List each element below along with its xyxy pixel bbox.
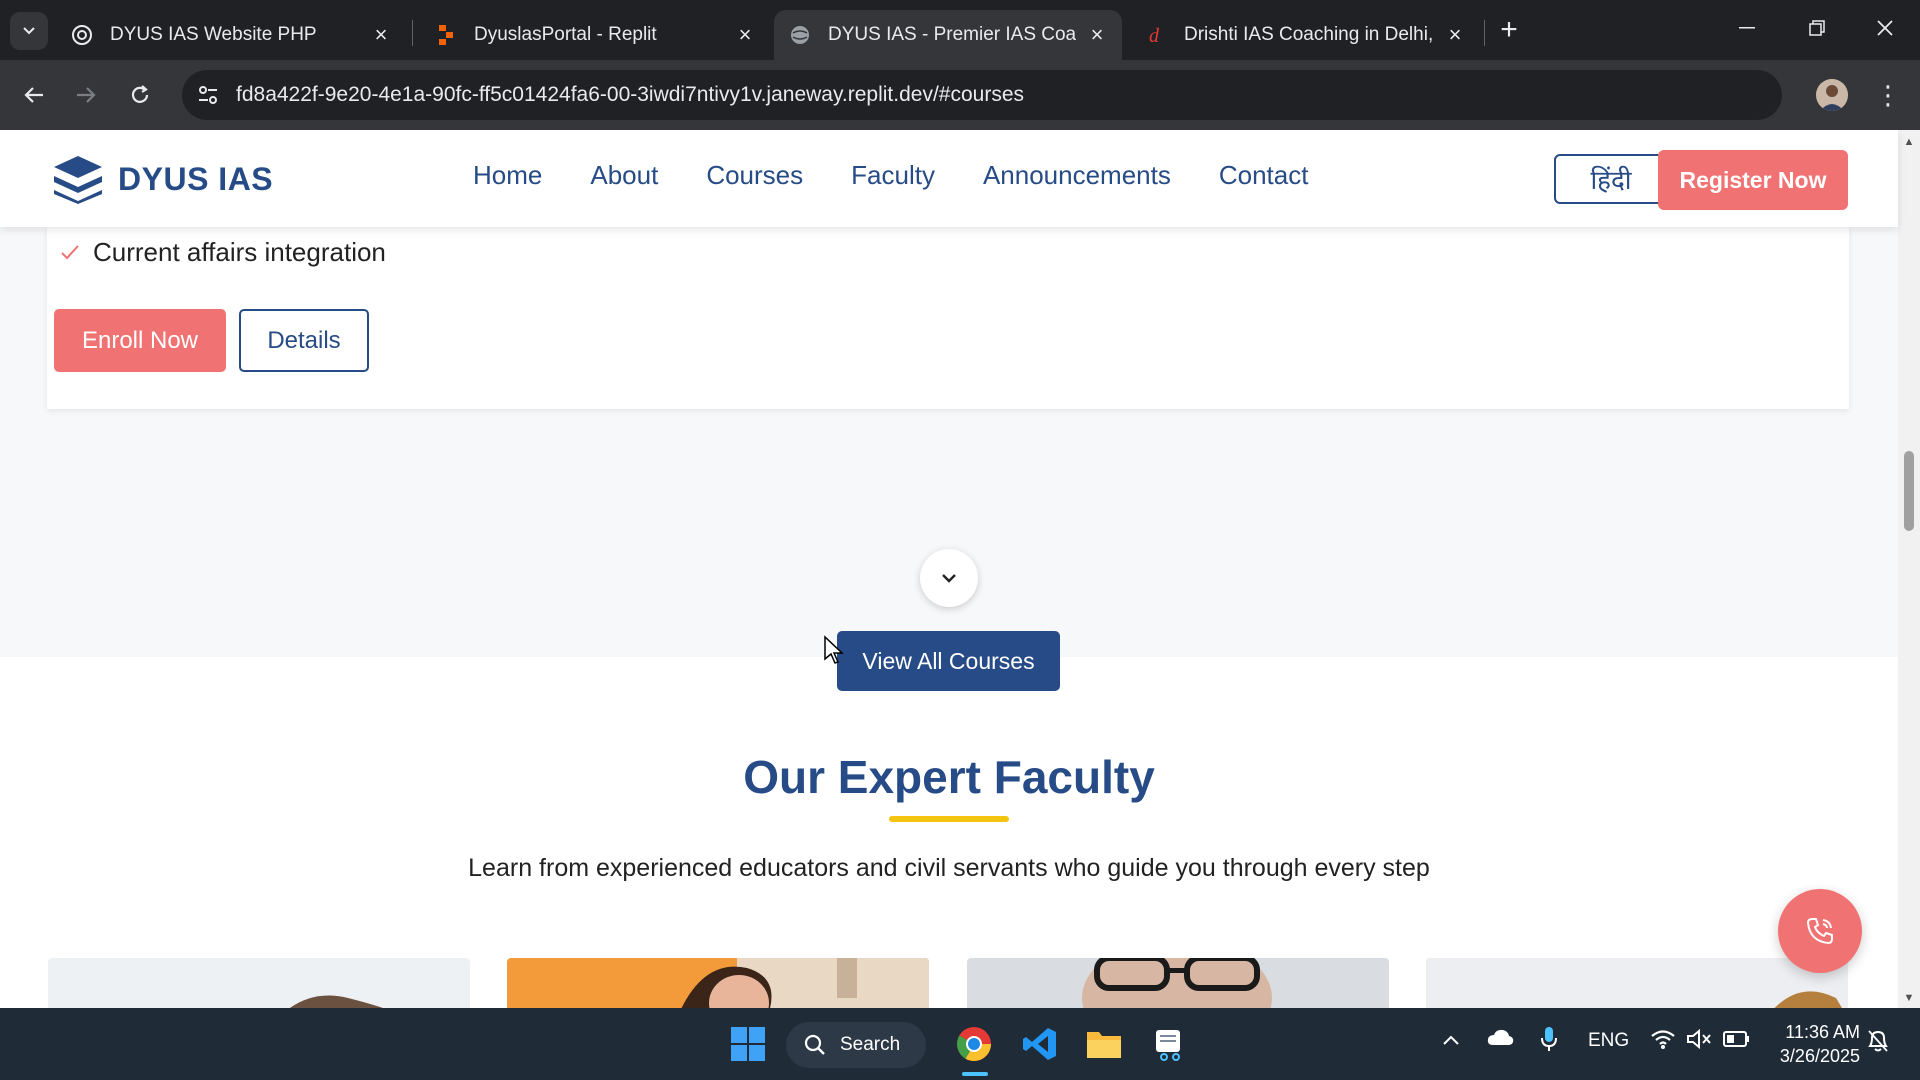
- volume-muted-icon[interactable]: [1686, 1028, 1712, 1056]
- faculty-section-title: Our Expert Faculty: [0, 750, 1898, 804]
- active-app-indicator: [962, 1072, 988, 1076]
- reload-icon[interactable]: [120, 75, 160, 115]
- profile-avatar[interactable]: [1816, 79, 1848, 111]
- search-icon: [804, 1034, 825, 1055]
- close-tab-icon[interactable]: ×: [370, 22, 392, 47]
- forward-arrow-icon[interactable]: [66, 75, 106, 115]
- phone-icon: [1806, 918, 1833, 945]
- close-tab-icon[interactable]: ×: [1086, 22, 1108, 47]
- input-language-indicator[interactable]: ENG: [1588, 1030, 1629, 1052]
- faculty-card-photo[interactable]: [48, 958, 470, 1008]
- browser-toolbar: fd8a422f-9e20-4e1a-90fc-ff5c01424fa6-00-…: [0, 60, 1920, 130]
- tab-dyuslasportal-replit[interactable]: DyuslasPortal - Replit ×: [420, 10, 770, 60]
- nav-home[interactable]: Home: [473, 160, 542, 191]
- clock-date: 3/26/2025: [1779, 1046, 1860, 1066]
- snipping-tool-icon[interactable]: [1146, 1020, 1194, 1068]
- scroll-down-arrow-icon[interactable]: ▼: [1903, 992, 1915, 1004]
- chevron-down-icon: [23, 27, 35, 35]
- file-explorer-icon[interactable]: [1080, 1020, 1128, 1068]
- hindi-language-button[interactable]: हिंदी: [1554, 154, 1668, 204]
- page-viewport: DYUS IAS Home About Courses Faculty Anno…: [0, 130, 1920, 1008]
- nav-faculty[interactable]: Faculty: [851, 160, 935, 191]
- search-label: Search: [840, 1034, 901, 1055]
- show-hidden-icons-chevron-icon[interactable]: [1442, 1030, 1460, 1052]
- course-feature-text: Current affairs integration: [93, 237, 386, 267]
- svg-text:d: d: [1149, 25, 1160, 46]
- faculty-title-part1: Our: [743, 751, 825, 803]
- tab-title: DYUS IAS - Premier IAS Coachir: [828, 24, 1076, 45]
- url-text[interactable]: fd8a422f-9e20-4e1a-90fc-ff5c01424fa6-00-…: [236, 83, 1024, 107]
- tab-dyus-ias-premier[interactable]: DYUS IAS - Premier IAS Coachir ×: [774, 10, 1122, 60]
- faculty-subtitle: Learn from experienced educators and civ…: [468, 854, 1430, 882]
- clock-time: 11:36 AM: [1785, 1022, 1860, 1042]
- scroll-up-arrow-icon[interactable]: ▲: [1903, 136, 1915, 148]
- nav-contact[interactable]: Contact: [1219, 160, 1309, 191]
- nav-announcements[interactable]: Announcements: [983, 160, 1171, 191]
- enroll-now-button[interactable]: Enroll Now: [54, 309, 226, 372]
- layers-logo-icon: [54, 156, 102, 204]
- tab-dyus-website-php[interactable]: DYUS IAS Website PHP ×: [56, 10, 406, 60]
- faculty-card-photo[interactable]: [967, 958, 1389, 1008]
- register-now-button[interactable]: Register Now: [1658, 150, 1848, 210]
- nav-courses[interactable]: Courses: [706, 160, 803, 191]
- microphone-icon[interactable]: [1540, 1026, 1558, 1058]
- vscode-taskbar-icon[interactable]: [1016, 1020, 1064, 1068]
- tab-separator: [1484, 20, 1485, 46]
- restore-icon[interactable]: [1794, 8, 1840, 48]
- site-header: DYUS IAS Home About Courses Faculty Anno…: [0, 130, 1898, 227]
- windows-start-icon[interactable]: [724, 1020, 772, 1068]
- notifications-bell-icon[interactable]: [1866, 1028, 1890, 1060]
- windows-taskbar: Search ENG 11:36 AM 3/26/2025: [0, 1008, 1920, 1080]
- replit-favicon-icon: [434, 23, 458, 47]
- chrome-taskbar-icon[interactable]: [950, 1020, 998, 1068]
- faculty-card-photo[interactable]: [507, 958, 929, 1008]
- brand-name: DYUS IAS: [118, 160, 274, 197]
- back-arrow-icon[interactable]: [14, 75, 54, 115]
- call-button[interactable]: [1778, 889, 1862, 973]
- tab-search-button[interactable]: [10, 12, 48, 50]
- tab-title: DyuslasPortal - Replit: [474, 24, 657, 45]
- address-bar[interactable]: fd8a422f-9e20-4e1a-90fc-ff5c01424fa6-00-…: [182, 70, 1782, 120]
- tab-title: Drishti IAS Coaching in Delhi, B: [1184, 24, 1434, 45]
- scroll-down-button[interactable]: [920, 549, 978, 607]
- course-card: Current affairs integration Enroll Now D…: [47, 227, 1849, 409]
- course-feature-item: Current affairs integration: [59, 237, 386, 268]
- new-tab-icon[interactable]: +: [1493, 13, 1525, 46]
- check-icon: [61, 244, 79, 259]
- courses-section: Current affairs integration Enroll Now D…: [0, 227, 1898, 691]
- minimize-icon[interactable]: [1724, 8, 1770, 48]
- title-underline: [889, 816, 1009, 822]
- system-clock[interactable]: 11:36 AM 3/26/2025: [1770, 1020, 1860, 1068]
- onedrive-cloud-icon[interactable]: [1486, 1028, 1514, 1052]
- taskbar-search-box[interactable]: Search: [786, 1022, 926, 1068]
- tab-separator: [412, 20, 413, 46]
- site-logo[interactable]: DYUS IAS: [52, 154, 273, 204]
- close-tab-icon[interactable]: ×: [734, 22, 756, 47]
- tab-drishti-ias[interactable]: d Drishti IAS Coaching in Delhi, B ×: [1130, 10, 1480, 60]
- faculty-title-part2: Expert Faculty: [837, 751, 1155, 803]
- close-tab-icon[interactable]: ×: [1444, 22, 1466, 47]
- chevron-down-icon: [942, 574, 956, 583]
- close-window-icon[interactable]: [1862, 8, 1908, 48]
- battery-icon[interactable]: [1722, 1030, 1750, 1054]
- browser-tab-strip: DYUS IAS Website PHP × DyuslasPortal - R…: [0, 0, 1920, 60]
- details-button[interactable]: Details: [239, 309, 369, 372]
- faculty-card-photo[interactable]: [1426, 958, 1848, 1008]
- browser-menu-icon[interactable]: ⋮: [1874, 76, 1902, 114]
- main-navigation: Home About Courses Faculty Announcements…: [473, 160, 1356, 191]
- wifi-icon[interactable]: [1650, 1028, 1676, 1056]
- drishti-favicon-icon: d: [1144, 23, 1168, 47]
- nav-about[interactable]: About: [590, 160, 658, 191]
- view-all-courses-button[interactable]: View All Courses: [837, 631, 1060, 691]
- site-settings-icon[interactable]: [196, 83, 220, 107]
- tab-title: DYUS IAS Website PHP: [110, 24, 317, 45]
- page-scrollbar[interactable]: ▲ ▼: [1898, 130, 1920, 1008]
- openai-favicon-icon: [70, 23, 94, 47]
- scrollbar-thumb[interactable]: [1904, 451, 1914, 531]
- globe-favicon-icon: [788, 23, 812, 47]
- mouse-cursor-icon: [824, 635, 844, 664]
